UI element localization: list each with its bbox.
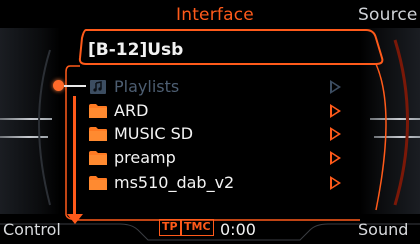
list-item-preamp[interactable]: preamp — [88, 147, 358, 169]
chevron-right-icon — [330, 127, 341, 141]
tp-badge: TP — [159, 219, 181, 236]
selection-indicator-line — [64, 85, 86, 87]
list-item-label: Playlists — [114, 77, 180, 96]
list-item-playlists[interactable]: Playlists — [88, 76, 358, 98]
folder-icon — [89, 127, 107, 141]
path-title: [B-12]Usb — [88, 40, 184, 60]
list-item-label: ARD — [114, 101, 149, 120]
sound-softkey[interactable]: Sound — [358, 220, 408, 239]
browser-frame — [0, 29, 420, 241]
scroll-down-arrow-icon[interactable] — [67, 214, 83, 224]
list-item-label: ms510_dab_v2 — [114, 173, 235, 192]
control-softkey[interactable]: Control — [3, 220, 61, 239]
folder-icon — [89, 176, 107, 190]
chevron-right-icon — [330, 151, 341, 165]
tmc-badge: TMC — [181, 219, 214, 236]
folder-icon — [89, 104, 107, 118]
list-item-label: preamp — [114, 148, 176, 167]
scrollbar[interactable] — [73, 96, 76, 216]
infotainment-screen: Interface Source [B-12]Usb Playlists ARD… — [0, 0, 420, 244]
playback-time: 0:00 — [220, 220, 256, 239]
chevron-right-icon — [330, 104, 341, 118]
chevron-right-icon — [330, 176, 341, 190]
list-item-music-sd[interactable]: MUSIC SD — [88, 123, 358, 145]
playlist-icon — [90, 80, 106, 94]
list-item-label: MUSIC SD — [114, 124, 194, 143]
selection-indicator — [53, 80, 64, 91]
list-item-ard[interactable]: ARD — [88, 100, 358, 122]
folder-icon — [89, 151, 107, 165]
list-item-ms510-dab-v2[interactable]: ms510_dab_v2 — [88, 172, 358, 194]
chevron-right-icon — [330, 80, 341, 94]
